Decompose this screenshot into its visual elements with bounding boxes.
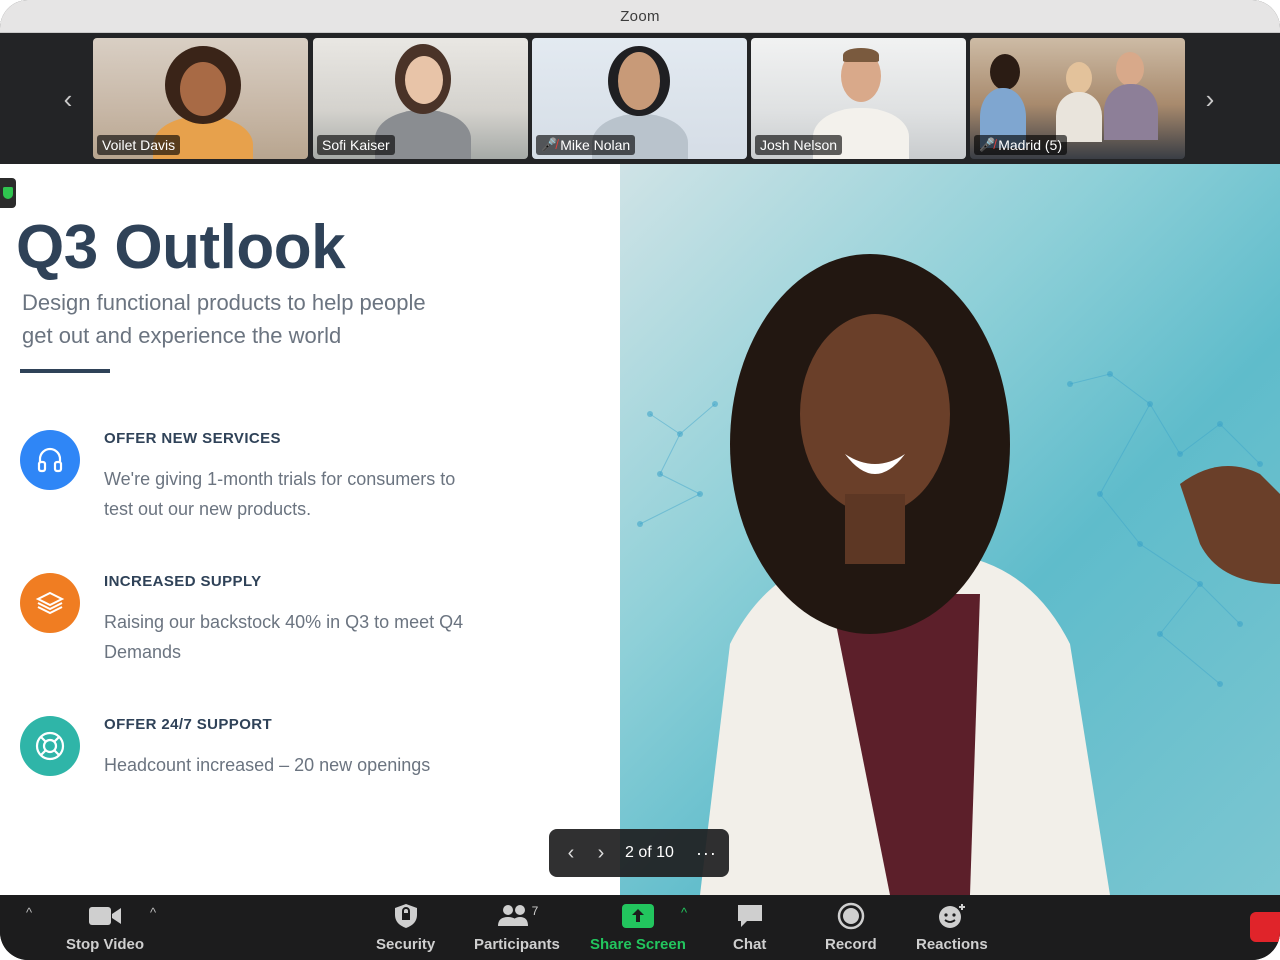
active-speaker-video [620, 164, 1280, 895]
security-button[interactable]: Security [376, 901, 435, 956]
record-icon [837, 901, 865, 931]
meeting-toolbar: ^ Stop Video ^ Security 7 Participants S… [0, 895, 1280, 960]
video-camera-icon [87, 901, 123, 931]
participant-hair [843, 48, 879, 62]
title-bar: Zoom [0, 0, 1280, 33]
security-label: Security [376, 936, 436, 953]
feature-description: Raising our backstock 40% in Q3 to meet … [104, 612, 464, 662]
participant-name-label: Voilet Davis [97, 135, 181, 155]
share-screen-label: Share Screen [590, 936, 686, 953]
next-slide-icon[interactable]: › [591, 841, 611, 865]
slide-page-counter: 2 of 10 [625, 844, 674, 861]
participant-figure [1066, 62, 1092, 94]
participant-tile-mike-nolan[interactable]: 🎤̸ Mike Nolan [532, 38, 747, 159]
shield-icon [392, 901, 420, 931]
lifebuoy-icon [20, 716, 80, 776]
participant-figure [1104, 84, 1158, 140]
participant-tile-voilet-davis[interactable]: Voilet Davis [93, 38, 308, 159]
slide-title: Q3 Outlook [16, 213, 346, 282]
encryption-shield-icon[interactable] [0, 178, 16, 208]
presenter-hand [1180, 466, 1280, 584]
participant-name-label: Sofi Kaiser [317, 135, 395, 155]
participant-tile-josh-nelson[interactable]: Josh Nelson [751, 38, 966, 159]
slide-navigation-control: ‹ › 2 of 10 ··· [549, 829, 729, 877]
end-meeting-button[interactable] [1250, 912, 1280, 942]
participant-tile-madrid-room[interactable]: 🎤̸ Madrid (5) [970, 38, 1185, 159]
audio-options-caret-icon[interactable]: ^ [26, 905, 32, 920]
headphones-icon [20, 430, 80, 490]
speaker-video-frame [637, 254, 1280, 895]
gallery-strip: ‹ Voilet Davis Sofi Kaiser 🎤̸Mike Nolan [0, 33, 1280, 164]
feature-description: Headcount increased – 20 new openings [104, 755, 431, 775]
video-options-caret-icon[interactable]: ^ [150, 905, 156, 920]
reactions-label: Reactions [916, 936, 988, 953]
participants-count: 7 [531, 904, 539, 918]
chat-button[interactable]: Chat [733, 901, 766, 956]
participant-face [618, 52, 660, 110]
record-label: Record [825, 936, 877, 953]
reactions-button[interactable]: Reactions [916, 901, 988, 956]
gallery-next-icon[interactable]: › [1198, 83, 1222, 115]
zoom-window: Zoom ‹ Voilet Davis Sofi Kaiser 🎤̸ Mike N [0, 0, 1280, 960]
mic-muted-icon: 🎤̸ [979, 137, 996, 152]
share-screen-button[interactable]: Share Screen [590, 901, 686, 956]
participant-name-label: Josh Nelson [755, 135, 843, 155]
participants-button[interactable]: 7 Participants [474, 901, 560, 956]
shared-slide: Q3 Outlook Design functional products to… [0, 164, 620, 895]
feature-title: OFFER NEW SERVICES [104, 430, 281, 447]
participant-name-label: 🎤̸ Mike Nolan [536, 135, 636, 155]
share-options-caret-icon[interactable]: ^ [681, 905, 687, 920]
stop-video-button[interactable]: Stop Video [66, 901, 144, 956]
more-options-icon[interactable]: ··· [696, 843, 717, 864]
chat-label: Chat [733, 936, 767, 953]
participant-name-label: 🎤̸ Madrid (5) [974, 135, 1067, 155]
feature-description: We're giving 1-month trials for consumer… [104, 469, 456, 519]
presenter-face [800, 314, 950, 514]
slide-divider [20, 369, 110, 373]
gallery-prev-icon[interactable]: ‹ [56, 83, 80, 115]
presenter-neck [845, 494, 905, 564]
record-button[interactable]: Record [825, 901, 877, 956]
participants-icon: 7 [496, 901, 539, 931]
participant-face [180, 62, 226, 116]
smiley-plus-icon [936, 901, 968, 931]
layers-icon [20, 573, 80, 633]
mic-muted-icon: 🎤̸ [541, 137, 558, 152]
previous-slide-icon[interactable]: ‹ [561, 841, 581, 865]
stop-video-label: Stop Video [66, 936, 145, 953]
feature-title: INCREASED SUPPLY [104, 573, 262, 590]
participant-tile-sofi-kaiser[interactable]: Sofi Kaiser [313, 38, 528, 159]
feature-title: OFFER 24/7 SUPPORT [104, 716, 273, 733]
chat-bubble-icon [735, 901, 765, 931]
share-screen-icon [621, 901, 654, 931]
participant-face [405, 56, 443, 104]
participant-figure [990, 54, 1020, 90]
window-title: Zoom [620, 7, 660, 25]
participant-figure [1116, 52, 1144, 86]
slide-subtitle: Design functional products to help peopl… [22, 290, 426, 348]
participants-label: Participants [474, 936, 560, 953]
